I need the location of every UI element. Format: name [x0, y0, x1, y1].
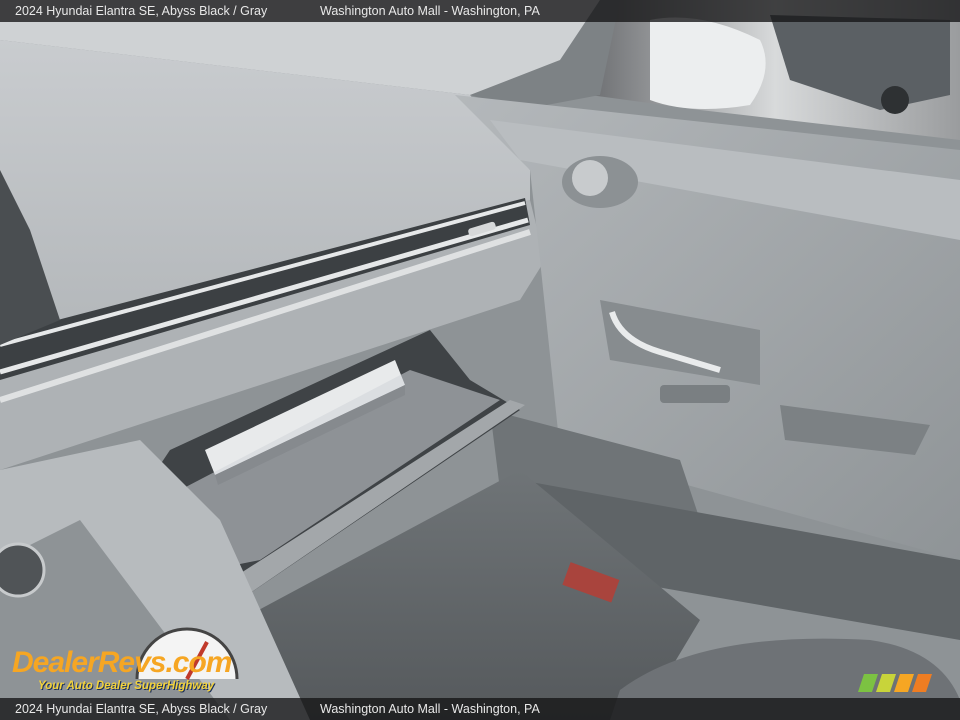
console-dial [0, 542, 46, 598]
logo-tagline: Your Auto Dealer SuperHighway [38, 680, 215, 692]
door-lock-knob [572, 160, 608, 196]
logo-brand: DealerRevs.com [12, 646, 232, 679]
dealerrevs-watermark: DealerRevs.com Your Auto Dealer SuperHig… [12, 626, 272, 696]
vehicle-interior-photo: 2024 Hyundai Elantra SE, Abyss Black / G… [0, 0, 960, 720]
vehicle-caption: 2024 Hyundai Elantra SE, Abyss Black / G… [15, 4, 268, 18]
interior-scene [0, 0, 960, 720]
parked-car-wheel [881, 86, 909, 114]
dealerrevs-logo-text: DealerRevs.com [12, 646, 232, 680]
dealer-caption-footer: Washington Auto Mall - Washington, PA [320, 702, 540, 716]
stripes-logo-icon [858, 674, 932, 692]
dealer-caption: Washington Auto Mall - Washington, PA [320, 4, 540, 18]
vehicle-caption-footer: 2024 Hyundai Elantra SE, Abyss Black / G… [15, 702, 268, 716]
window-switch [660, 385, 730, 403]
caption-bar-top: 2024 Hyundai Elantra SE, Abyss Black / G… [0, 0, 960, 22]
caption-bar-bottom: 2024 Hyundai Elantra SE, Abyss Black / G… [0, 698, 960, 720]
